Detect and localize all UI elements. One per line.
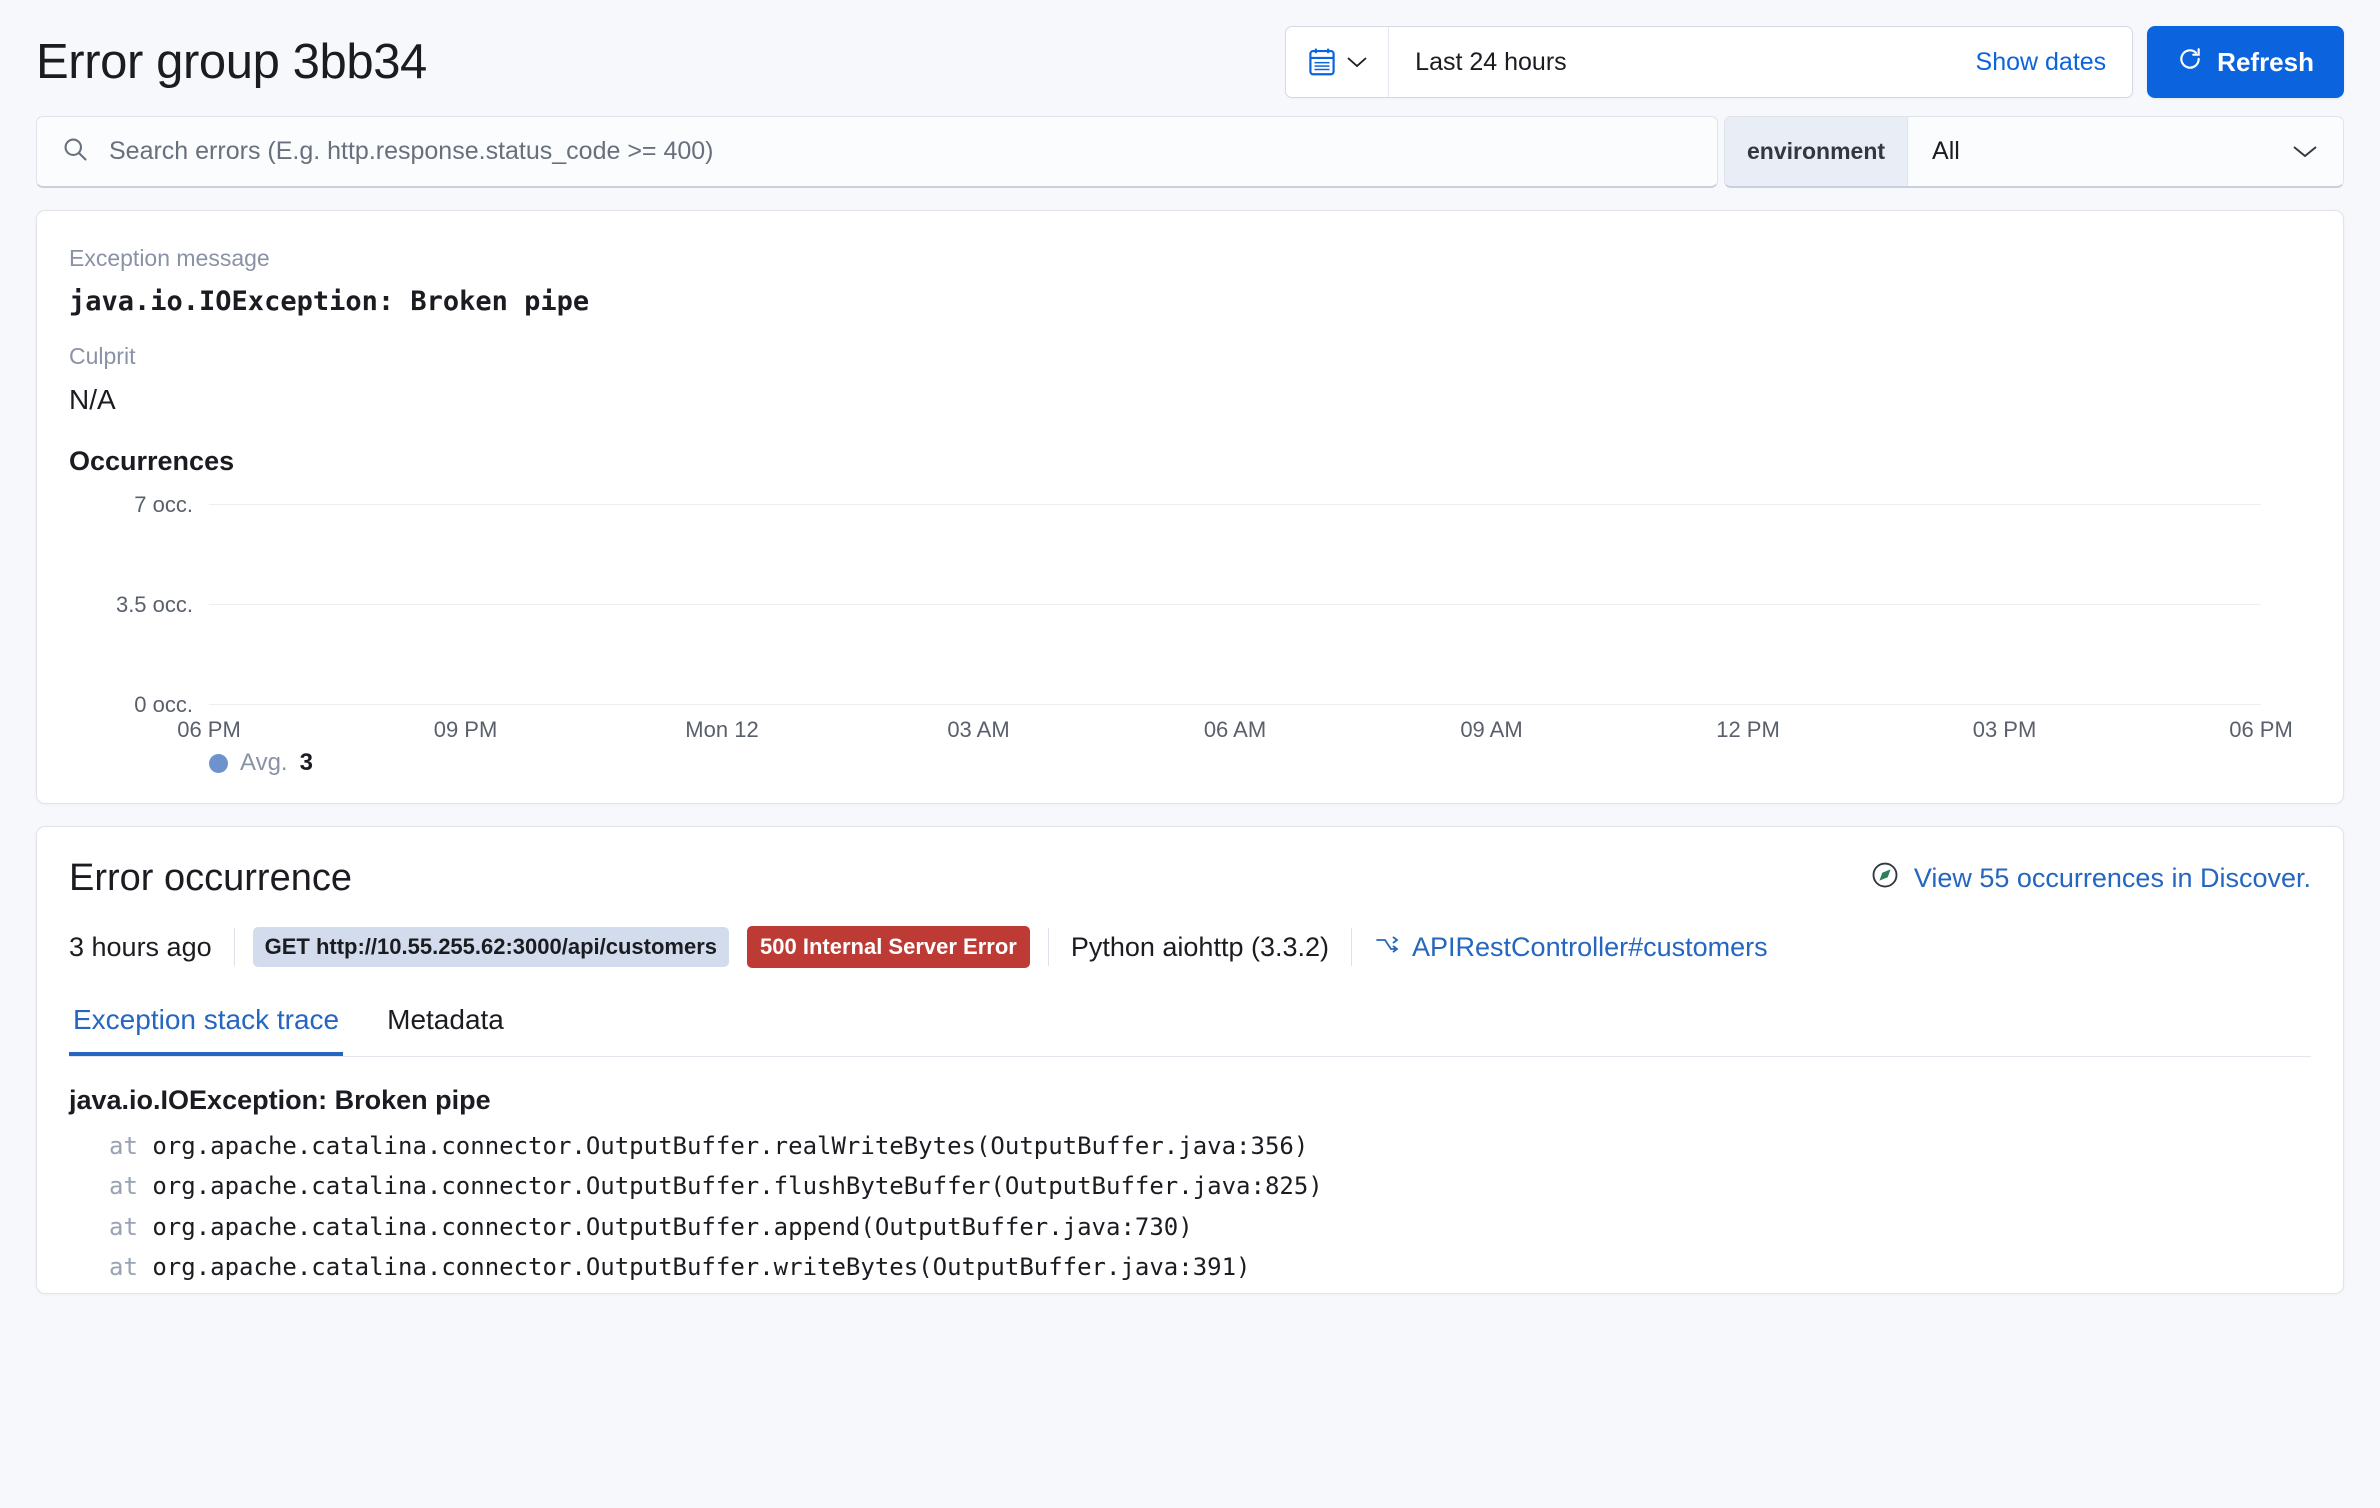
chart-plot-area: 0 occ.3.5 occ.7 occ.	[209, 505, 2261, 705]
stack-trace-line: at org.apache.catalina.connector.OutputB…	[69, 1213, 2311, 1242]
meta-divider	[234, 928, 235, 966]
transaction-link[interactable]: APIRestController#customers	[1352, 932, 1768, 963]
stack-trace-at-keyword: at	[109, 1253, 152, 1281]
chart-x-tick: 09 AM	[1460, 717, 1522, 743]
error-occurrence-title: Error occurrence	[69, 857, 352, 900]
environment-filter-label: environment	[1725, 117, 1908, 186]
chart-x-tick: 06 PM	[177, 717, 241, 743]
chart-x-axis: 06 PM09 PMMon 1203 AM06 AM09 AM12 PM03 P…	[209, 717, 2261, 747]
chart-x-tick: 12 PM	[1716, 717, 1780, 743]
refresh-icon	[2177, 46, 2203, 79]
stack-trace-line: at org.apache.catalina.connector.OutputB…	[69, 1172, 2311, 1201]
search-input-placeholder: Search errors (E.g. http.response.status…	[109, 137, 714, 166]
chart-bars	[209, 505, 2261, 705]
show-dates-link[interactable]: Show dates	[1976, 27, 2133, 97]
environment-filter-select[interactable]: All	[1908, 117, 2343, 186]
stack-trace-frame: org.apache.catalina.connector.OutputBuff…	[152, 1253, 1250, 1281]
legend-marker-icon	[209, 754, 228, 773]
stack-trace-at-keyword: at	[109, 1132, 152, 1160]
culprit-label: Culprit	[69, 343, 2311, 370]
chart-x-tick: 03 PM	[1973, 717, 2037, 743]
chevron-down-icon	[1346, 55, 1368, 69]
calendar-icon	[1308, 47, 1336, 77]
occurrences-chart[interactable]: 0 occ.3.5 occ.7 occ. 06 PM09 PMMon 1203 …	[69, 495, 2311, 705]
transaction-label: APIRestController#customers	[1412, 932, 1768, 963]
exception-message-value: java.io.IOException: Broken pipe	[69, 286, 2311, 317]
stack-trace-line: at org.apache.catalina.connector.OutputB…	[69, 1253, 2311, 1282]
chart-y-tick: 7 occ.	[134, 492, 193, 518]
refresh-label: Refresh	[2217, 47, 2314, 78]
culprit-value: N/A	[69, 384, 2311, 416]
occurrences-title: Occurrences	[69, 446, 2311, 477]
chart-x-tick: 06 PM	[2229, 717, 2293, 743]
stack-trace-frame: org.apache.catalina.connector.OutputBuff…	[152, 1132, 1308, 1160]
chart-gridline	[209, 504, 2261, 505]
chart-x-tick: 03 AM	[947, 717, 1009, 743]
chevron-down-icon	[2291, 137, 2319, 166]
stack-trace-frame: org.apache.catalina.connector.OutputBuff…	[152, 1213, 1192, 1241]
search-input[interactable]: Search errors (E.g. http.response.status…	[36, 116, 1718, 188]
tab-metadata[interactable]: Metadata	[383, 998, 508, 1056]
chart-x-tick: 06 AM	[1204, 717, 1266, 743]
date-quick-select-button[interactable]	[1286, 27, 1389, 97]
exception-message-label: Exception message	[69, 245, 2311, 272]
legend-label: Avg.	[240, 749, 288, 777]
stack-trace-lines: at org.apache.catalina.connector.OutputB…	[69, 1132, 2311, 1282]
search-icon	[61, 135, 89, 168]
compass-icon	[1870, 860, 1900, 897]
environment-filter-value: All	[1932, 137, 1960, 166]
occurrence-timestamp: 3 hours ago	[69, 932, 234, 963]
chart-gridline	[209, 704, 2261, 705]
occurrence-meta-row: 3 hours ago GET http://10.55.255.62:3000…	[37, 900, 2343, 968]
transaction-icon	[1374, 932, 1400, 963]
tab-exception-stack-trace[interactable]: Exception stack trace	[69, 998, 343, 1056]
page-header: Error group 3bb34	[0, 0, 2380, 116]
stack-trace-line: at org.apache.catalina.connector.OutputB…	[69, 1132, 2311, 1161]
search-bar-row: Search errors (E.g. http.response.status…	[36, 116, 2344, 188]
status-badge: 500 Internal Server Error	[747, 926, 1030, 968]
chart-x-tick: Mon 12	[685, 717, 758, 743]
stack-trace-at-keyword: at	[109, 1213, 152, 1241]
header-controls: Last 24 hours Show dates Refresh	[1285, 26, 2344, 98]
environment-filter[interactable]: environment All	[1724, 116, 2344, 188]
chart-x-tick: 09 PM	[434, 717, 498, 743]
stack-trace-frame: org.apache.catalina.connector.OutputBuff…	[152, 1172, 1322, 1200]
request-badge: GET http://10.55.255.62:3000/api/custome…	[253, 927, 729, 967]
stack-trace-at-keyword: at	[109, 1172, 152, 1200]
occurrence-tabs: Exception stack trace Metadata	[69, 998, 2311, 1057]
page-title: Error group 3bb34	[36, 34, 427, 90]
view-in-discover-link[interactable]: View 55 occurrences in Discover.	[1870, 860, 2311, 897]
chart-y-tick: 3.5 occ.	[116, 592, 193, 618]
stack-trace-title: java.io.IOException: Broken pipe	[69, 1085, 2311, 1116]
date-picker[interactable]: Last 24 hours Show dates	[1285, 26, 2133, 98]
refresh-button[interactable]: Refresh	[2147, 26, 2344, 98]
agent-label: Python aiohttp (3.3.2)	[1049, 932, 1351, 963]
error-occurrence-panel: Error occurrence View 55 occurrences in …	[36, 826, 2344, 1294]
view-in-discover-label: View 55 occurrences in Discover.	[1914, 863, 2311, 894]
chart-y-tick: 0 occ.	[134, 692, 193, 718]
chart-gridline	[209, 604, 2261, 605]
error-details-panel: Exception message java.io.IOException: B…	[36, 210, 2344, 804]
date-range-value[interactable]: Last 24 hours	[1389, 27, 1975, 97]
legend-value: 3	[300, 749, 313, 777]
stack-trace: java.io.IOException: Broken pipe at org.…	[37, 1057, 2343, 1282]
chart-legend: Avg. 3	[209, 749, 2311, 777]
